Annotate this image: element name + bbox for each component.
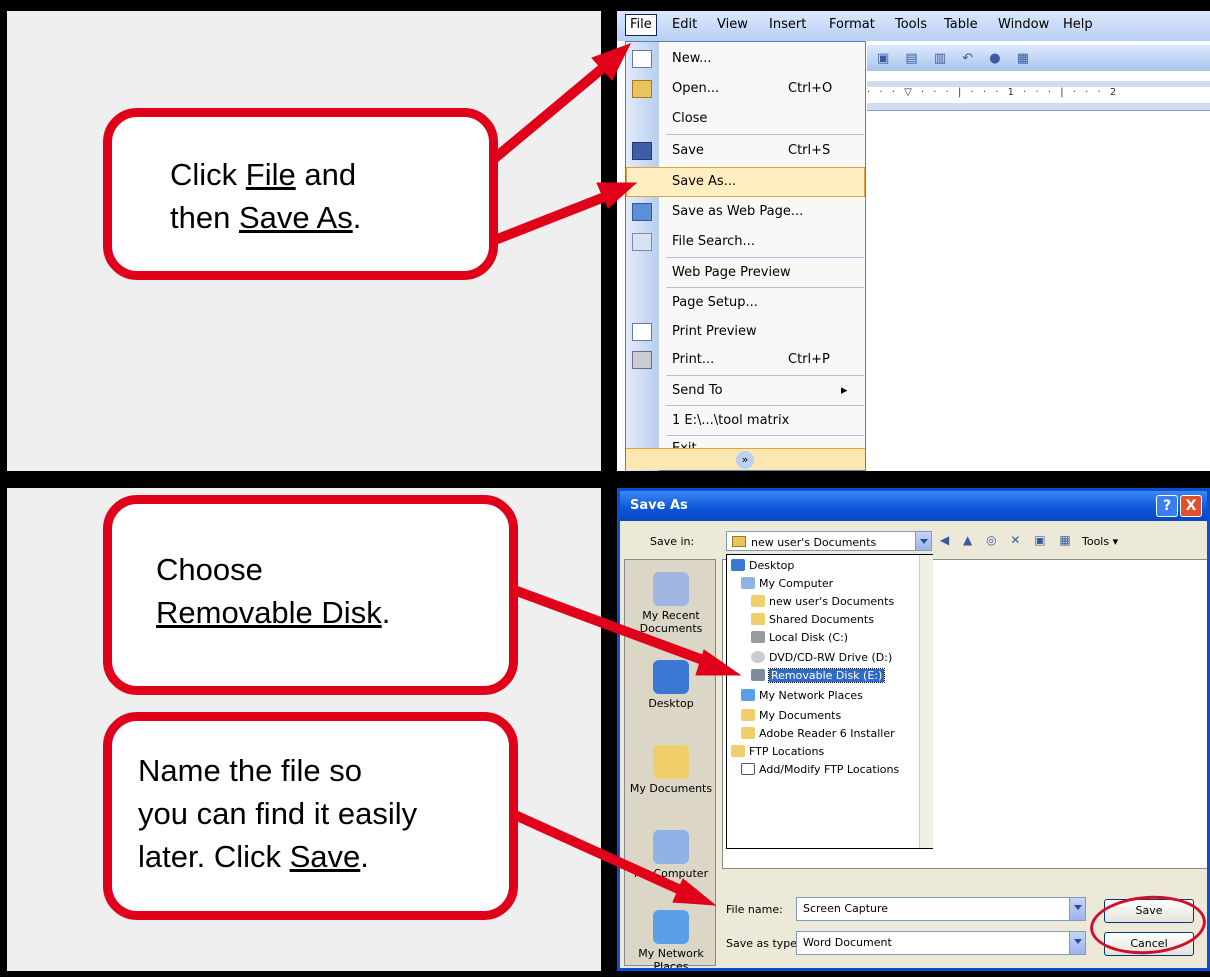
arrow-head [672, 878, 717, 906]
arrows-layer [491, 43, 742, 906]
arrow-to-file-menu [491, 63, 608, 162]
arrow-to-save-as [493, 191, 609, 245]
arrow-to-file-name [512, 810, 688, 897]
arrow-head [695, 649, 742, 676]
arrow-to-removable-disk [512, 585, 713, 668]
arrow-head [596, 182, 638, 209]
